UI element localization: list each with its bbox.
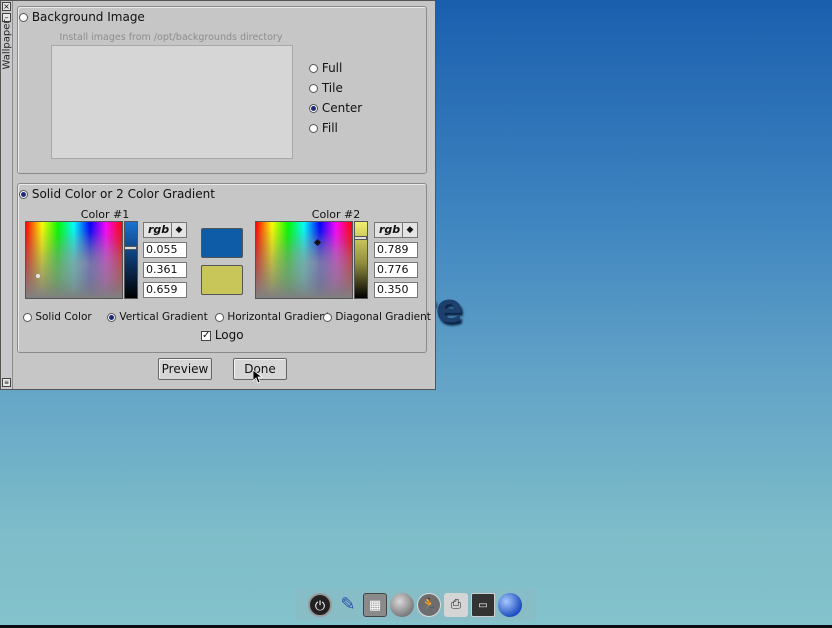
mode-fill-option[interactable]: Fill — [309, 121, 338, 135]
color1-slider-thumb[interactable] — [124, 246, 137, 250]
color1-b-field[interactable]: 0.659 — [143, 282, 187, 298]
gradient-diagonal-option[interactable]: Diagonal Gradient — [323, 311, 431, 323]
color2-title: Color #2 — [311, 208, 361, 221]
color2-value-slider[interactable] — [354, 221, 368, 299]
power-icon[interactable]: ⏻ — [308, 593, 332, 617]
color1-picker[interactable] — [25, 221, 123, 299]
color2-b-field[interactable]: 0.350 — [374, 282, 418, 298]
color1-picker-marker — [36, 274, 40, 278]
gradient-horizontal-radio[interactable] — [215, 312, 224, 322]
logo-checkbox[interactable]: ✓ — [201, 330, 211, 341]
solid-color-option[interactable]: Solid Color or 2 Color Gradient — [19, 187, 215, 201]
gradient-horizontal-label: Horizontal Gradient — [227, 311, 330, 323]
gradient-vertical-option[interactable]: Vertical Gradient — [107, 311, 208, 323]
color2-mode-select[interactable]: rgb ◆ — [374, 222, 418, 238]
color1-r-field[interactable]: 0.055 — [143, 242, 187, 258]
color2-r-field[interactable]: 0.789 — [374, 242, 418, 258]
color1-g-field[interactable]: 0.361 — [143, 262, 187, 278]
wallpaper-window: × – Wallpaper ≡ Background Image Install… — [0, 0, 436, 390]
logo-label: Logo — [214, 328, 244, 342]
mode-full-option[interactable]: Full — [309, 61, 342, 75]
printer-icon[interactable]: ⎙ — [444, 593, 468, 617]
color2-swatch[interactable] — [201, 265, 243, 295]
mode-fill-radio[interactable] — [309, 124, 318, 133]
color1-mode-select[interactable]: rgb ◆ — [143, 222, 187, 238]
resize-icon[interactable]: ≡ — [2, 378, 11, 387]
mouse-pointer-icon — [253, 370, 263, 384]
color2-picker[interactable] — [255, 221, 353, 299]
disk-icon[interactable] — [390, 593, 414, 617]
color1-value-slider[interactable] — [124, 221, 138, 299]
background-hint: Install images from /opt/backgrounds dir… — [59, 32, 283, 43]
taskbar-dock: ⏻ ✎ ▦ 🏃 ⎙ ▭ — [296, 589, 536, 621]
color2-slider-thumb[interactable] — [354, 236, 367, 240]
color1-swatch[interactable] — [201, 228, 243, 258]
paintbrush-icon[interactable]: ✎ — [336, 593, 360, 617]
mode-tile-label: Tile — [321, 81, 343, 95]
mode-fill-label: Fill — [321, 121, 338, 135]
background-image-preview[interactable] — [51, 45, 293, 159]
globe-icon[interactable] — [498, 593, 522, 617]
gradient-horizontal-option[interactable]: Horizontal Gradient — [215, 311, 330, 323]
close-icon[interactable]: × — [2, 2, 11, 11]
terminal-icon[interactable]: ▭ — [471, 593, 495, 617]
gradient-vertical-label: Vertical Gradient — [119, 311, 208, 323]
window-title: Wallpaper — [1, 19, 13, 70]
preview-button[interactable]: Preview — [158, 358, 212, 380]
gradient-diagonal-radio[interactable] — [323, 312, 332, 322]
mode-center-option[interactable]: Center — [309, 101, 362, 115]
mode-full-label: Full — [321, 61, 343, 75]
color2-picker-marker — [313, 238, 322, 247]
logo-option[interactable]: ✓ Logo — [201, 328, 244, 342]
mode-tile-radio[interactable] — [309, 84, 318, 93]
chevron-updown-icon: ◆ — [402, 223, 417, 237]
mode-full-radio[interactable] — [309, 64, 318, 73]
background-image-radio[interactable] — [19, 13, 28, 22]
solid-color-label: Solid Color or 2 Color Gradient — [31, 187, 215, 201]
gradient-solid-option[interactable]: Solid Color — [23, 311, 92, 323]
settings-grid-icon[interactable]: ▦ — [363, 593, 387, 617]
chevron-updown-icon: ◆ — [171, 223, 186, 237]
color2-g-field[interactable]: 0.776 — [374, 262, 418, 278]
gradient-solid-label: Solid Color — [35, 311, 92, 323]
mode-tile-option[interactable]: Tile — [309, 81, 343, 95]
color1-title: Color #1 — [80, 208, 130, 221]
gradient-diagonal-label: Diagonal Gradient — [335, 311, 431, 323]
mode-center-radio[interactable] — [309, 104, 318, 113]
background-image-option[interactable]: Background Image — [19, 10, 145, 24]
gradient-solid-radio[interactable] — [23, 312, 32, 322]
background-image-label: Background Image — [31, 10, 145, 24]
gradient-vertical-radio[interactable] — [107, 312, 116, 322]
runner-icon[interactable]: 🏃 — [417, 593, 441, 617]
solid-color-radio[interactable] — [19, 190, 28, 199]
window-titlebar[interactable]: × – Wallpaper ≡ — [1, 1, 13, 389]
mode-center-label: Center — [321, 101, 363, 115]
